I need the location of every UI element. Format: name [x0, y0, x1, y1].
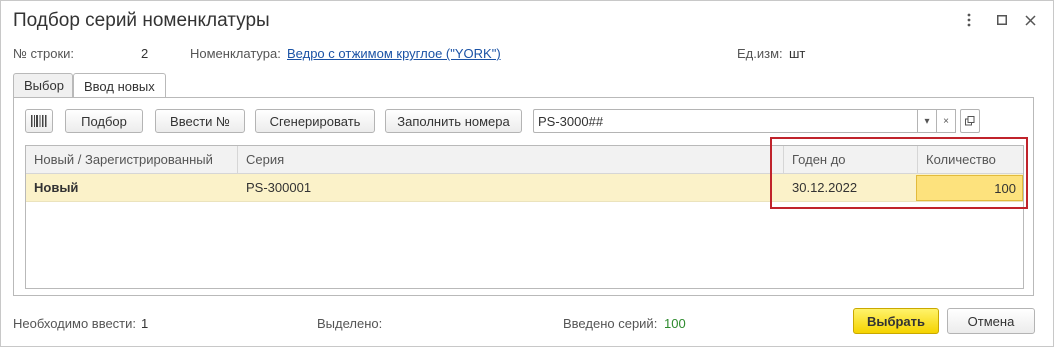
tab-enter-new-label: Ввод новых — [84, 78, 155, 94]
item-link[interactable]: Ведро с отжимом круглое ("YORK") — [287, 46, 501, 61]
barcode-icon — [31, 115, 47, 127]
close-icon[interactable] — [1019, 9, 1041, 31]
unit-label: Ед.изм: — [737, 46, 783, 61]
entered-series-label: Введено серий: — [563, 316, 658, 331]
open-icon[interactable] — [960, 109, 980, 133]
dialog-window: Подбор серий номенклатуры № строки: 2 Но… — [0, 0, 1054, 347]
cancel-button[interactable]: Отмена — [947, 308, 1035, 334]
cell-series[interactable]: PS-300001 — [238, 174, 784, 201]
need-enter-value: 1 — [141, 316, 149, 331]
dropdown-arrow-icon[interactable]: ▾ — [917, 109, 937, 133]
need-enter-label: Необходимо ввести: — [13, 316, 137, 331]
generate-button[interactable]: Сгенерировать — [255, 109, 375, 133]
tab-panel: Подбор Ввести № Сгенерировать Заполнить … — [13, 97, 1034, 296]
row-number-label: № строки: — [13, 46, 75, 61]
tab-select[interactable]: Выбор — [13, 73, 73, 97]
selected-label: Выделено: — [317, 316, 383, 331]
fill-numbers-button[interactable]: Заполнить номера — [385, 109, 522, 133]
series-table: Новый / Зарегистрированный Серия Годен д… — [25, 145, 1024, 289]
template-input-value: PS-3000## — [538, 113, 604, 129]
row-number-value: 2 — [141, 46, 149, 61]
select-button[interactable]: Подбор — [65, 109, 143, 133]
enter-number-button[interactable]: Ввести № — [155, 109, 245, 133]
unit-value: шт — [789, 46, 806, 61]
table-row[interactable]: Новый PS-300001 30.12.2022 100 — [26, 174, 1023, 202]
column-header-expiry[interactable]: Годен до — [784, 146, 918, 174]
choose-button[interactable]: Выбрать — [853, 308, 939, 334]
cell-status[interactable]: Новый — [26, 174, 238, 201]
cell-expiry[interactable]: 30.12.2022 — [784, 174, 918, 201]
cell-quantity[interactable]: 100 — [916, 175, 1023, 201]
column-header-status[interactable]: Новый / Зарегистрированный — [26, 146, 238, 174]
item-label: Номенклатура: — [190, 46, 281, 61]
more-vertical-icon[interactable] — [958, 9, 980, 31]
column-header-quantity[interactable]: Количество — [918, 146, 1023, 174]
barcode-button[interactable] — [25, 109, 53, 133]
tab-enter-new[interactable]: Ввод новых — [73, 73, 166, 98]
tab-select-label: Выбор — [24, 78, 64, 93]
template-input[interactable]: PS-3000## — [533, 109, 918, 133]
column-header-series[interactable]: Серия — [238, 146, 784, 174]
clear-icon[interactable]: × — [936, 109, 956, 133]
maximize-icon[interactable] — [991, 9, 1013, 31]
dialog-title: Подбор серий номенклатуры — [13, 10, 270, 31]
entered-series-value: 100 — [664, 316, 686, 331]
